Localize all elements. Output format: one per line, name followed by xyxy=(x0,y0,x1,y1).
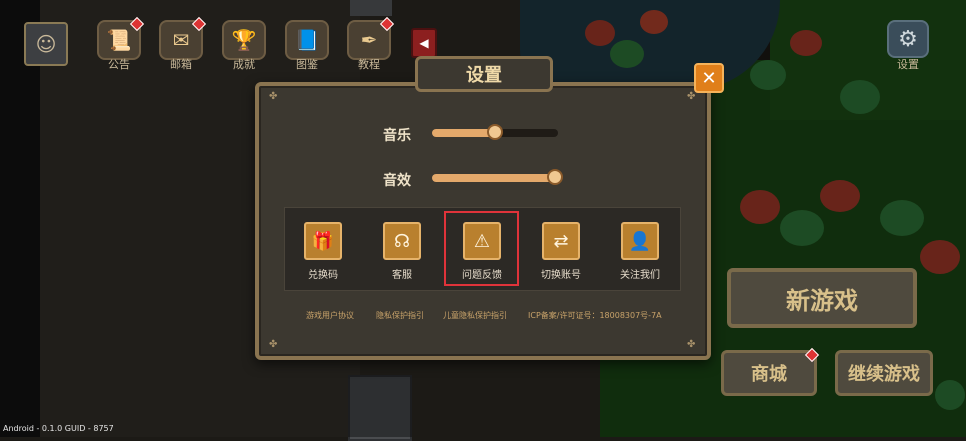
icp-license-text: ICP备案/许可证号：18008307号-7A xyxy=(528,311,662,320)
announcement-label: 公告 xyxy=(108,58,130,71)
scroll-icon[interactable]: 📜 xyxy=(97,16,145,60)
collapse-arrow-icon[interactable]: ◀ xyxy=(411,28,437,58)
follow-us-label: 关注我们 xyxy=(620,270,660,281)
swap-icon: ⇄ xyxy=(542,222,580,260)
corner-ornament: ✤ xyxy=(269,91,278,102)
mail-icon[interactable]: ✉ xyxy=(159,16,207,60)
trophy-icon[interactable]: 🏆 xyxy=(222,20,266,60)
corner-ornament: ✤ xyxy=(687,91,696,102)
music-slider[interactable] xyxy=(432,124,558,140)
add-user-icon: 👤 xyxy=(621,222,659,260)
corner-ornament: ✤ xyxy=(687,339,696,350)
continue-game-button[interactable]: 继续游戏 xyxy=(835,350,933,396)
achievements-label: 成就 xyxy=(233,58,255,71)
new-game-button[interactable]: 新游戏 xyxy=(727,268,917,328)
privacy-policy-link[interactable]: 隐私保护指引 xyxy=(376,310,424,321)
quill-icon[interactable]: ✒ xyxy=(347,16,395,60)
sfx-slider[interactable] xyxy=(432,169,564,185)
customer-service-label: 客服 xyxy=(392,270,412,281)
book-icon[interactable]: 📘 xyxy=(285,20,329,60)
shop-button[interactable]: 商城 xyxy=(721,347,820,396)
music-slider-knob[interactable] xyxy=(487,124,503,140)
customer-service-button[interactable]: ☊ 客服 xyxy=(372,222,432,281)
dialog-title: 设置 xyxy=(415,56,553,92)
redeem-code-button[interactable]: 🎁 兑换码 xyxy=(293,222,353,281)
switch-account-button[interactable]: ⇄ 切换账号 xyxy=(531,222,591,281)
music-label: 音乐 xyxy=(383,128,411,144)
corner-ornament: ✤ xyxy=(269,339,278,350)
close-icon[interactable]: ✕ xyxy=(694,63,724,93)
settings-label: 设置 xyxy=(897,58,919,71)
sfx-slider-fill xyxy=(432,174,556,182)
music-slider-fill xyxy=(432,129,495,137)
child-privacy-link[interactable]: 儿童隐私保护指引 xyxy=(443,310,507,321)
sfx-label: 音效 xyxy=(383,173,411,189)
codex-label: 图鉴 xyxy=(296,58,318,71)
player-avatar[interactable]: ☺ xyxy=(24,22,68,66)
version-text: Android - 0.1.0 GUID - 8757 xyxy=(3,424,114,433)
shop-label: 商城 xyxy=(751,364,787,385)
headset-icon: ☊ xyxy=(383,222,421,260)
redeem-code-label: 兑换码 xyxy=(308,270,338,281)
switch-account-label: 切换账号 xyxy=(541,270,581,281)
mailbox-label: 邮箱 xyxy=(170,58,192,71)
follow-us-button[interactable]: 👤 关注我们 xyxy=(610,222,670,281)
tutorial-label: 教程 xyxy=(358,58,380,71)
selection-highlight xyxy=(444,211,519,286)
gift-icon: 🎁 xyxy=(304,222,342,260)
user-agreement-link[interactable]: 游戏用户协议 xyxy=(306,310,354,321)
gear-icon[interactable]: ⚙ xyxy=(887,20,929,58)
